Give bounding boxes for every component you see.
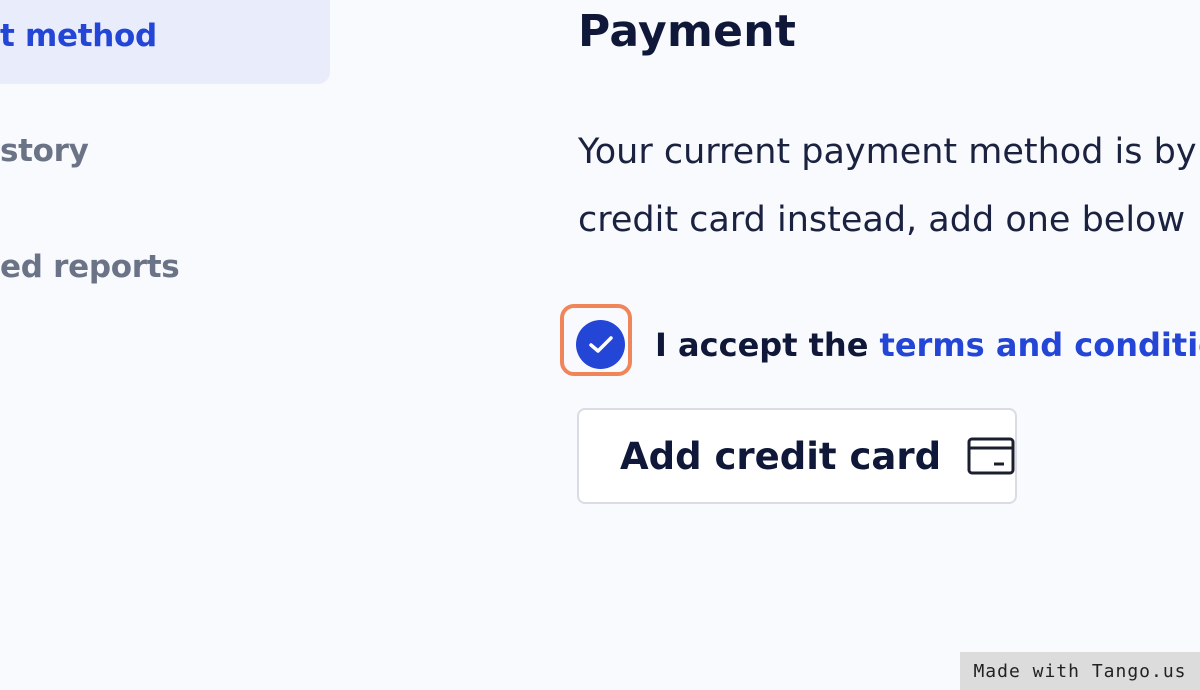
terms-checkbox[interactable]	[576, 320, 625, 369]
sidebar-item-history[interactable]: story	[0, 133, 89, 169]
terms-link[interactable]: terms and conditions	[880, 326, 1200, 364]
page-title: Payment	[578, 6, 797, 57]
description-line-2: credit card instead, add one below	[578, 200, 1186, 240]
terms-prefix: I accept the	[655, 326, 869, 364]
checkmark-icon	[588, 335, 613, 353]
add-credit-card-label: Add credit card	[620, 434, 942, 478]
app-window: t method story ed reports Payment Your c…	[0, 0, 1200, 690]
tango-watermark: Made with Tango.us	[960, 652, 1200, 690]
add-credit-card-button[interactable]: Add credit card	[577, 408, 1017, 504]
credit-card-icon	[967, 437, 1015, 475]
sidebar-item-reports[interactable]: ed reports	[0, 249, 180, 285]
terms-label: I accept the terms and conditions	[655, 326, 1200, 364]
sidebar-item-payment-method[interactable]: t method	[0, 18, 157, 54]
description-line-1: Your current payment method is by	[578, 132, 1197, 172]
payment-description: Your current payment method is by credit…	[578, 118, 1200, 254]
